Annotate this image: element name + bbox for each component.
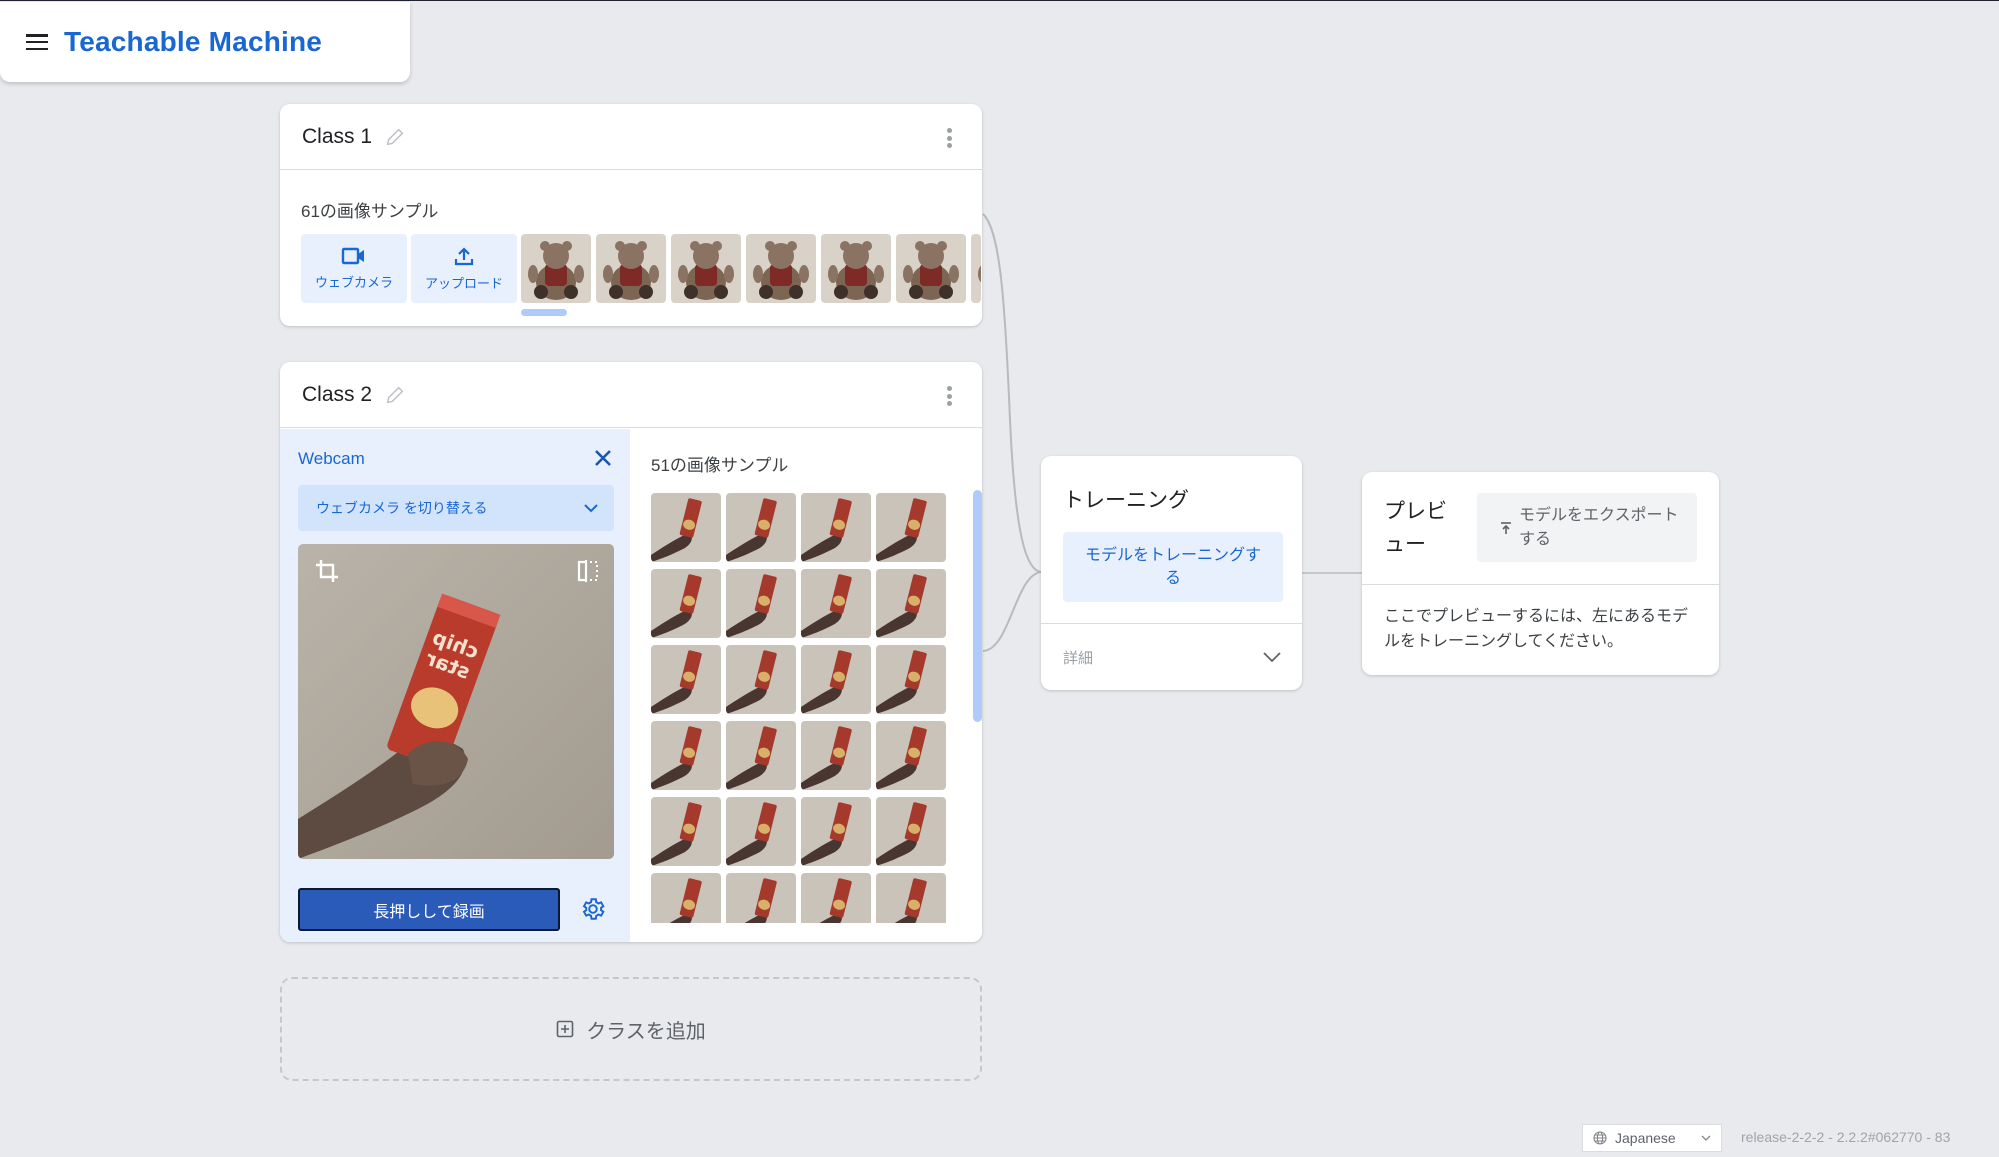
preview-message: ここでプレビューするには、左にあるモデルをトレーニングしてください。 xyxy=(1384,608,1689,650)
sample-thumbnail[interactable] xyxy=(726,721,796,790)
app-header: Teachable Machine xyxy=(0,2,410,82)
class-name[interactable]: Class 2 xyxy=(302,383,372,407)
sample-thumbnail[interactable] xyxy=(801,873,871,923)
upload-icon xyxy=(454,247,474,266)
sample-thumbnail[interactable] xyxy=(651,569,721,638)
horizontal-scrollbar[interactable] xyxy=(521,309,567,316)
connector-class1-to-training xyxy=(982,213,1042,573)
sample-thumbnail[interactable] xyxy=(521,234,591,303)
class-card-1: Class 1 61の画像サンプル ウェブカメラ アップロード xyxy=(280,104,982,326)
sample-thumbnail[interactable] xyxy=(971,234,981,303)
edit-pencil-icon[interactable] xyxy=(384,126,406,148)
export-model-button[interactable]: モデルをエクスポートする xyxy=(1477,493,1697,562)
class2-thumbnail-grid[interactable] xyxy=(651,493,946,923)
chevron-down-icon xyxy=(1701,1135,1711,1141)
webcam-icon xyxy=(341,247,364,265)
class-card-2: Class 2 Webcam ウェブカメラ を切り替える chip star 長… xyxy=(280,362,982,942)
switch-webcam-dropdown[interactable]: ウェブカメラ を切り替える xyxy=(298,485,614,531)
window-top-edge xyxy=(0,0,1999,1)
train-model-button[interactable]: モデルをトレーニングする xyxy=(1063,532,1283,602)
more-options-icon[interactable] xyxy=(946,128,952,148)
upload-source-button[interactable]: アップロード xyxy=(411,234,517,303)
training-panel: トレーニング モデルをトレーニングする 詳細 xyxy=(1041,456,1302,690)
details-label: 詳細 xyxy=(1063,649,1094,667)
sample-thumbnail[interactable] xyxy=(876,569,946,638)
sample-count: 51の画像サンプル xyxy=(651,456,789,475)
webcam-frame-image: chip star xyxy=(298,544,614,859)
sample-thumbnail[interactable] xyxy=(726,645,796,714)
connector-class2-to-training xyxy=(982,571,1042,652)
add-class-label: クラスを追加 xyxy=(586,1020,706,1043)
sample-thumbnail[interactable] xyxy=(876,873,946,923)
sample-thumbnail[interactable] xyxy=(876,493,946,562)
vertical-scrollbar[interactable] xyxy=(973,490,982,722)
upload-source-label: アップロード xyxy=(424,276,503,291)
preview-title: プレビュー xyxy=(1384,500,1447,556)
sample-thumbnail[interactable] xyxy=(726,569,796,638)
sample-thumbnail[interactable] xyxy=(821,234,891,303)
language-select[interactable]: Japanese xyxy=(1582,1124,1722,1152)
export-icon xyxy=(1501,521,1511,534)
sample-thumbnail[interactable] xyxy=(876,721,946,790)
class-name[interactable]: Class 1 xyxy=(302,125,372,149)
class-card-header: Class 2 xyxy=(280,362,982,428)
chevron-down-icon xyxy=(1263,652,1281,663)
sample-thumbnail[interactable] xyxy=(651,721,721,790)
sample-thumbnail[interactable] xyxy=(651,493,721,562)
sample-thumbnail[interactable] xyxy=(746,234,816,303)
sample-thumbnail[interactable] xyxy=(801,645,871,714)
sample-thumbnail[interactable] xyxy=(896,234,966,303)
sample-thumbnail[interactable] xyxy=(651,797,721,866)
sample-count: 61の画像サンプル xyxy=(301,202,439,221)
sample-thumbnail[interactable] xyxy=(671,234,741,303)
hamburger-menu-icon[interactable] xyxy=(26,34,48,50)
export-model-label: モデルをエクスポートする xyxy=(1519,506,1679,548)
preview-panel: プレビュー モデルをエクスポートする ここでプレビューするには、左にあるモデルを… xyxy=(1362,472,1719,675)
webcam-source-button[interactable]: ウェブカメラ xyxy=(301,234,407,303)
samples-panel: 51の画像サンプル xyxy=(630,429,982,942)
sample-thumbnail[interactable] xyxy=(726,797,796,866)
sample-thumbnail[interactable] xyxy=(801,569,871,638)
training-title: トレーニング xyxy=(1063,489,1189,512)
details-toggle[interactable]: 詳細 xyxy=(1041,624,1302,690)
switch-webcam-label: ウェブカメラ を切り替える xyxy=(316,500,488,516)
language-label: Japanese xyxy=(1615,1130,1676,1146)
sample-thumbnail[interactable] xyxy=(801,797,871,866)
webcam-source-label: ウェブカメラ xyxy=(314,275,393,290)
add-class-button[interactable]: クラスを追加 xyxy=(280,977,982,1081)
sample-thumbnail[interactable] xyxy=(651,645,721,714)
sample-thumbnail[interactable] xyxy=(726,493,796,562)
divider xyxy=(1362,584,1719,585)
sample-thumbnail[interactable] xyxy=(596,234,666,303)
edit-pencil-icon[interactable] xyxy=(384,384,406,406)
more-options-icon[interactable] xyxy=(946,386,952,406)
add-box-icon xyxy=(556,1020,574,1038)
sample-thumbnail[interactable] xyxy=(651,873,721,923)
hold-to-record-button[interactable]: 長押しして録画 xyxy=(298,888,560,931)
sample-thumbnail[interactable] xyxy=(726,873,796,923)
version-label: release-2-2-2 - 2.2.2#062770 - 83 xyxy=(1741,1129,1951,1145)
app-title[interactable]: Teachable Machine xyxy=(64,26,322,58)
flip-icon[interactable] xyxy=(576,558,600,584)
sample-thumbnail[interactable] xyxy=(876,645,946,714)
webcam-panel: Webcam ウェブカメラ を切り替える chip star 長押しして録画 xyxy=(280,429,630,942)
crop-icon[interactable] xyxy=(314,558,340,584)
sample-thumbnail[interactable] xyxy=(801,721,871,790)
sample-thumbnail[interactable] xyxy=(801,493,871,562)
settings-gear-icon[interactable] xyxy=(580,896,606,922)
webcam-label: Webcam xyxy=(298,449,365,468)
class1-thumbnail-row[interactable] xyxy=(521,234,981,303)
webcam-preview: chip star xyxy=(298,544,614,859)
chevron-down-icon xyxy=(584,504,598,513)
close-icon[interactable] xyxy=(592,447,614,469)
globe-icon xyxy=(1593,1131,1607,1145)
class-card-header: Class 1 xyxy=(280,104,982,170)
sample-thumbnail[interactable] xyxy=(876,797,946,866)
